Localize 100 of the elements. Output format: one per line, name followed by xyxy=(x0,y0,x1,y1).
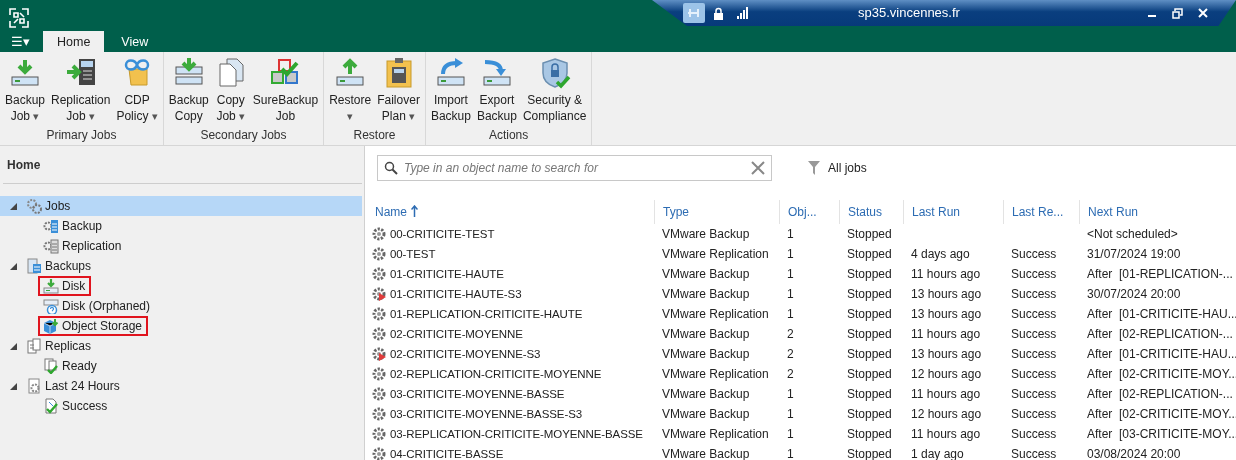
table-cell: Stopped xyxy=(847,267,892,281)
ribbon-button[interactable]: Restore ▾ xyxy=(327,52,374,128)
job-name: 03-CRITICITE-MOYENNE-BASSE xyxy=(390,387,565,402)
table-cell: 1 xyxy=(787,427,794,441)
table-cell: Success xyxy=(1011,307,1057,321)
expanded-arrow-icon[interactable] xyxy=(9,342,17,350)
table-cell: VMware Backup xyxy=(662,267,750,281)
filter-button[interactable]: All jobs xyxy=(802,160,873,176)
ribbon-button[interactable]: Export Backup xyxy=(474,52,519,128)
column-header[interactable]: Status xyxy=(839,200,903,224)
table-cell: 1 day ago xyxy=(911,447,964,460)
column-header[interactable]: Name xyxy=(371,200,654,224)
table-cell: Stopped xyxy=(847,447,892,460)
search-icon xyxy=(384,161,398,175)
clock-gear-icon xyxy=(26,378,42,394)
table-cell: 13 hours ago xyxy=(911,287,982,301)
table-cell: 11 hours ago xyxy=(911,267,981,281)
column-header[interactable]: Obj... xyxy=(779,200,839,224)
documents-icon xyxy=(26,338,42,354)
ribbon-tab[interactable]: View xyxy=(107,31,163,52)
table-cell: VMware Backup xyxy=(662,327,750,341)
table-cell: 30/07/2024 20:00 xyxy=(1087,287,1181,301)
table-cell: Success xyxy=(1011,327,1057,341)
table-cell: After [02-REPLICATION-... xyxy=(1087,327,1233,341)
expanded-arrow-icon[interactable] xyxy=(9,262,17,270)
tree-item[interactable]: Replication xyxy=(0,236,362,256)
table-cell: After [01-CRITICITE-HAU... xyxy=(1087,307,1236,321)
tree-item[interactable]: Backup xyxy=(0,216,362,236)
ribbon-button[interactable]: Failover Plan ▾ xyxy=(375,52,422,128)
tree-item[interactable]: Backups xyxy=(0,256,362,276)
table-cell: VMware Backup xyxy=(662,287,750,301)
table-cell: 1 xyxy=(787,307,794,321)
table-cell: After [02-REPLICATION-... xyxy=(1087,387,1233,401)
table-cell: Stopped xyxy=(847,247,892,261)
restore-button[interactable] xyxy=(1172,7,1183,19)
tree-item[interactable]: Disk xyxy=(0,276,362,296)
ribbon-button[interactable]: Security & Compliance xyxy=(520,52,589,128)
ribbon-button[interactable]: Replication Job ▾ xyxy=(49,52,113,128)
caret-icon: ▾ xyxy=(347,110,354,122)
table-cell: Stopped xyxy=(847,427,892,441)
search-box[interactable]: Type in an object name to search for xyxy=(377,155,772,181)
job-name: 03-CRITICITE-MOYENNE-BASSE-S3 xyxy=(390,407,582,422)
tree-item-label: Backups xyxy=(45,259,92,273)
tree-item[interactable]: Success xyxy=(0,396,362,416)
ribbon-button[interactable]: Import Backup xyxy=(428,52,473,128)
documents-check-icon xyxy=(43,358,59,374)
job-name: 01-REPLICATION-CRITICITE-HAUTE xyxy=(390,307,583,322)
ribbon-button[interactable]: SureBackup Job xyxy=(250,52,321,128)
column-header[interactable]: Last Re... xyxy=(1003,200,1079,224)
column-header[interactable]: Next Run xyxy=(1079,200,1227,224)
column-header[interactable]: Type xyxy=(654,200,779,224)
table-cell: Stopped xyxy=(847,307,892,321)
gear-list-icon xyxy=(43,238,59,254)
table-cell: Stopped xyxy=(847,327,892,341)
main-menu-button[interactable]: ☰▾ xyxy=(0,31,40,52)
table-cell: 12 hours ago xyxy=(911,407,982,421)
table-cell: 1 xyxy=(787,447,794,460)
gears-icon xyxy=(26,198,42,214)
table-cell: 12 hours ago xyxy=(911,367,982,381)
tree-item[interactable]: Ready xyxy=(0,356,362,376)
column-header[interactable]: Last Run xyxy=(903,200,1003,224)
tree-item[interactable]: Replicas xyxy=(0,336,362,356)
drive-curved-arrow-icon xyxy=(434,57,467,89)
table-cell: <Not scheduled> xyxy=(1087,227,1178,241)
tree-item[interactable]: Jobs xyxy=(0,196,362,216)
expanded-arrow-icon[interactable] xyxy=(9,202,17,210)
table-cell: 13 hours ago xyxy=(911,347,982,361)
table-cell: Success xyxy=(1011,267,1057,281)
gear-list-icon xyxy=(43,218,59,234)
signal-icon xyxy=(736,7,748,19)
job-name: 00-TEST xyxy=(390,247,436,262)
ribbon-button[interactable]: Backup Job ▾ xyxy=(3,52,48,128)
table-cell: 13 hours ago xyxy=(911,307,982,321)
table-cell: Stopped xyxy=(847,347,892,361)
table-cell: VMware Backup xyxy=(662,347,750,361)
ribbon-button[interactable]: Copy Job ▾ xyxy=(212,52,249,128)
ribbon-button[interactable]: CDP Policy ▾ xyxy=(114,52,160,128)
tree-item[interactable]: Object Storage xyxy=(0,316,362,336)
caret-icon: ▾ xyxy=(409,110,416,122)
tree-item-label: Replicas xyxy=(45,339,92,353)
table-cell: VMware Replication xyxy=(662,427,769,441)
job-name: 00-CRITICITE-TEST xyxy=(390,227,495,242)
table-cell: VMware Backup xyxy=(662,447,750,460)
expanded-arrow-icon[interactable] xyxy=(9,382,17,390)
table-cell: 1 xyxy=(787,267,794,281)
table-cell: 11 hours ago xyxy=(911,387,981,401)
table-cell: 11 hours ago xyxy=(911,327,981,341)
table-cell: 1 xyxy=(787,287,794,301)
ribbon-group-label: Actions xyxy=(487,128,530,144)
tree-item[interactable]: Disk (Orphaned) xyxy=(0,296,362,316)
clear-icon[interactable] xyxy=(751,161,765,175)
tree-item-label: Disk (Orphaned) xyxy=(62,299,151,313)
ribbon-tab[interactable]: Home xyxy=(43,31,105,52)
download-drive-icon xyxy=(9,57,41,89)
close-button[interactable] xyxy=(1198,8,1208,18)
tree-item-label: Ready xyxy=(62,359,97,373)
ribbon-button[interactable]: Backup Copy xyxy=(166,52,211,128)
tree-item[interactable]: Last 24 Hours xyxy=(0,376,362,396)
table-cell: After [01-REPLICATION-... xyxy=(1087,267,1233,281)
job-name: 03-REPLICATION-CRITICITE-MOYENNE-BASSE xyxy=(390,427,643,442)
